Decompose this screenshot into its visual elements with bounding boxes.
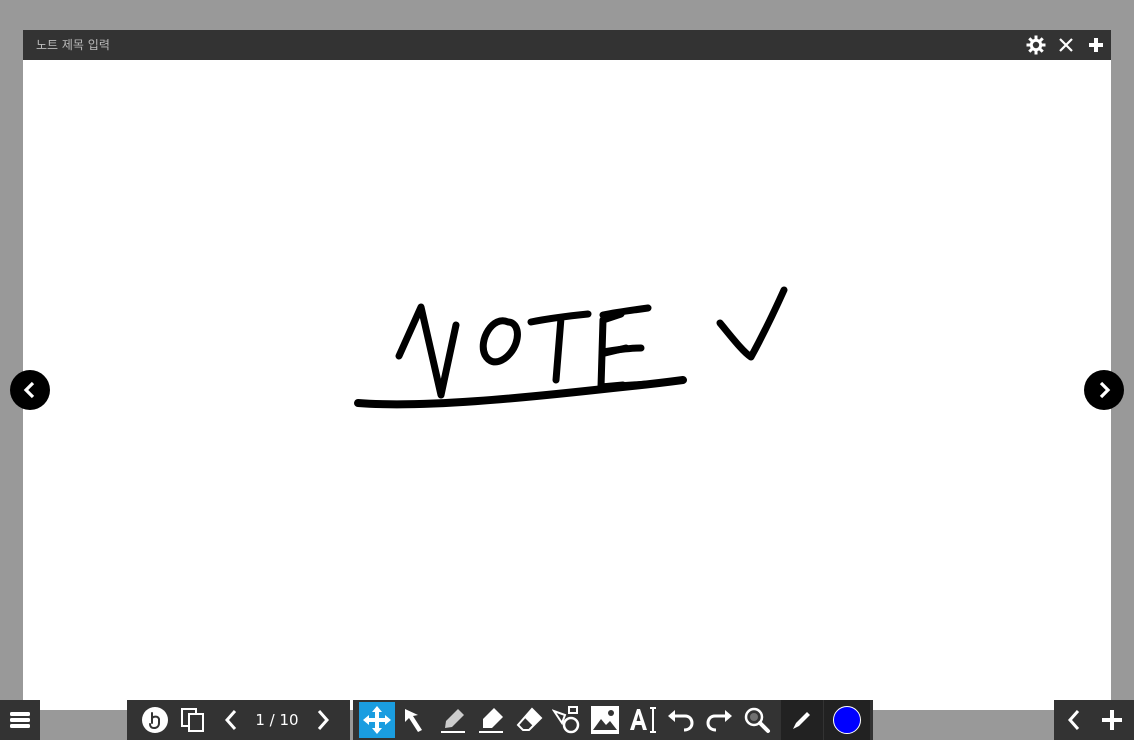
image-tool[interactable] bbox=[587, 702, 623, 738]
eraser-tool[interactable] bbox=[511, 702, 547, 738]
pen-tool[interactable] bbox=[435, 702, 471, 738]
pen-style-button[interactable] bbox=[781, 700, 823, 740]
next-page-arrow[interactable] bbox=[1084, 370, 1124, 410]
prev-page-button[interactable] bbox=[213, 702, 249, 738]
copy-page-button[interactable] bbox=[175, 702, 211, 738]
drawing-toolbar bbox=[353, 700, 873, 740]
pen-line-icon bbox=[793, 712, 810, 729]
page-toolbar: 1 / 10 bbox=[127, 700, 350, 740]
settings-button[interactable] bbox=[1024, 33, 1048, 57]
shape-tool-icon bbox=[552, 706, 580, 734]
select-tool[interactable] bbox=[397, 702, 433, 738]
next-page-button[interactable] bbox=[305, 702, 341, 738]
close-button[interactable] bbox=[1054, 33, 1078, 57]
undo-button[interactable] bbox=[663, 702, 699, 738]
gesture-button[interactable] bbox=[137, 702, 173, 738]
add-page-button[interactable] bbox=[1094, 702, 1130, 738]
pen-icon bbox=[441, 709, 465, 733]
current-color-swatch bbox=[833, 706, 861, 734]
gear-icon bbox=[1026, 35, 1046, 55]
title-bar bbox=[23, 30, 1111, 60]
collapse-toolbar-button[interactable] bbox=[1056, 702, 1092, 738]
highlighter-icon bbox=[479, 708, 503, 733]
shape-tool[interactable] bbox=[549, 702, 585, 738]
move-tool[interactable] bbox=[359, 702, 395, 738]
menu-button[interactable] bbox=[2, 702, 38, 738]
highlighter-tool[interactable] bbox=[473, 702, 509, 738]
chevron-left-icon bbox=[23, 381, 35, 399]
add-page-icon bbox=[1102, 710, 1122, 730]
select-arrow-icon bbox=[405, 709, 422, 732]
undo-icon bbox=[668, 710, 694, 732]
menu-icon bbox=[10, 712, 30, 728]
page-copy-icon bbox=[181, 708, 204, 732]
hand-gesture-icon bbox=[142, 707, 168, 733]
previous-page-arrow[interactable] bbox=[10, 370, 50, 410]
add-note-button[interactable] bbox=[1084, 33, 1108, 57]
image-icon bbox=[591, 706, 619, 734]
prev-page-icon bbox=[224, 710, 237, 730]
page-indicator: 1 / 10 bbox=[255, 711, 299, 729]
move-icon bbox=[363, 706, 391, 734]
text-icon bbox=[630, 707, 656, 733]
redo-icon bbox=[706, 710, 732, 732]
collapse-left-icon bbox=[1067, 710, 1080, 730]
handwritten-note-drawing bbox=[354, 286, 788, 409]
note-title-input[interactable] bbox=[29, 35, 343, 55]
zoom-icon bbox=[744, 707, 770, 733]
eraser-icon bbox=[516, 707, 543, 731]
redo-button[interactable] bbox=[701, 702, 737, 738]
next-page-icon bbox=[317, 710, 330, 730]
zoom-tool[interactable] bbox=[739, 702, 775, 738]
note-window bbox=[23, 30, 1111, 710]
plus-icon bbox=[1089, 38, 1103, 52]
text-tool[interactable] bbox=[625, 702, 661, 738]
drawing-canvas[interactable] bbox=[23, 60, 1111, 710]
right-toolbar bbox=[1054, 700, 1134, 740]
color-picker-button[interactable] bbox=[824, 700, 870, 740]
close-icon bbox=[1059, 38, 1073, 52]
chevron-right-icon bbox=[1099, 381, 1111, 399]
menu-toolbar bbox=[0, 700, 40, 740]
